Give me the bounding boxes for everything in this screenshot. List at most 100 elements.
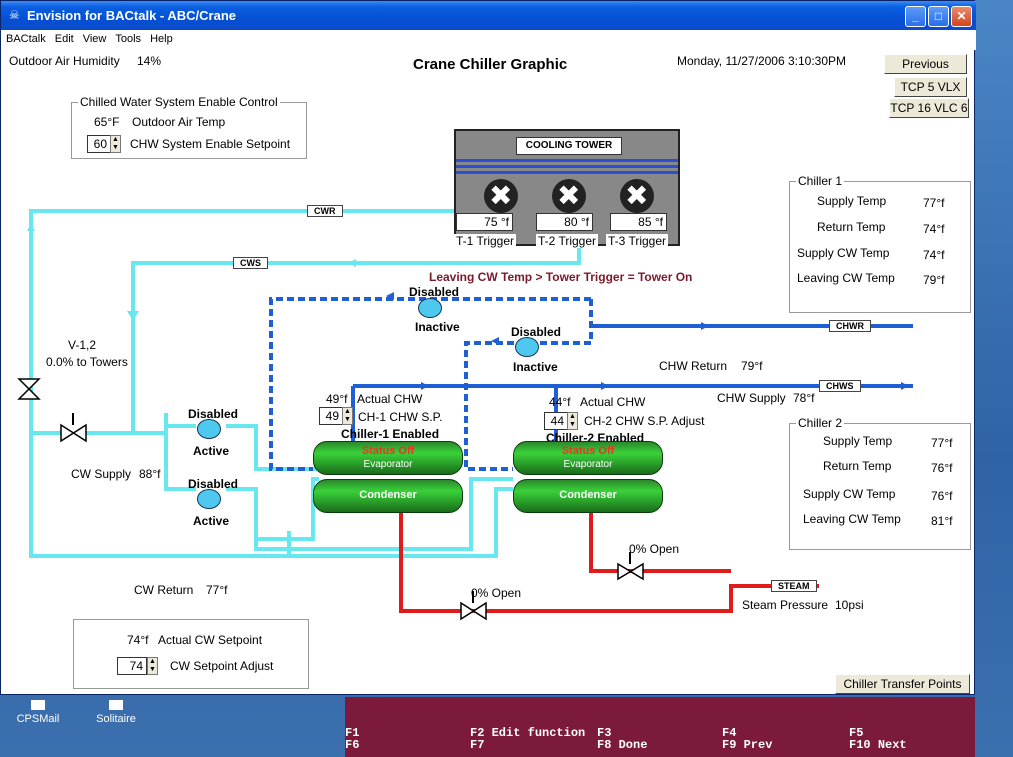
cw-pump2-icon[interactable] (197, 489, 221, 509)
chw-return-value: 79°f (741, 359, 763, 373)
cw-setpoint-adjust-label: CW Setpoint Adjust (170, 659, 274, 673)
ch2-supply-cw-label: Supply CW Temp (803, 487, 896, 501)
ch2-sp-spinner[interactable]: ▲ ▼ (567, 412, 578, 430)
cw-pump1-state: Active (193, 444, 230, 458)
cw-actual-setpoint-label: Actual CW Setpoint (158, 633, 263, 647)
solitaire-desktop-icon[interactable]: Solitaire (92, 700, 140, 725)
humidity-label: Outdoor Air Humidity (9, 54, 120, 68)
chiller2-condenser: Condenser (513, 479, 663, 513)
ch2-supply-value: 77°f (931, 436, 953, 450)
ch2-leaving-cw-label: Leaving CW Temp (803, 512, 901, 526)
t1-trigger-label: T-1 Trigger (454, 234, 517, 248)
f9-key[interactable]: F9 Prev (722, 738, 772, 752)
chw-enable-setpoint-label: CHW System Enable Setpoint (130, 137, 291, 151)
fan-1-icon: ✖ (484, 179, 518, 213)
ch2-return-label: Return Temp (823, 459, 892, 473)
ch1-supply-value: 77°f (923, 196, 945, 210)
chiller1-unit: Status Off Evaporator Condenser (313, 441, 463, 515)
page-title: Crane Chiller Graphic (413, 56, 568, 73)
chw-pump1-status: Disabled (409, 285, 460, 299)
ch2-supply-label: Supply Temp (823, 434, 893, 448)
ch1-return-value: 74°f (923, 222, 945, 236)
function-key-bar: F1 F6 F2 Edit function F3 F7 F8 Done F4 … (345, 697, 975, 757)
f2-key[interactable]: F2 Edit function (470, 726, 585, 740)
fan-3-icon: ✖ (620, 179, 654, 213)
f10-key[interactable]: F10 Next (849, 738, 907, 752)
chw-enable-setpoint-input[interactable]: 60 (87, 135, 111, 153)
ch1-supply-cw-value: 74°f (923, 248, 945, 262)
cw-supply-label: CW Supply (71, 467, 132, 481)
t1-trigger-input[interactable]: 75 °f (456, 213, 513, 231)
ch2-return-value: 76°f (931, 461, 953, 475)
chiller1-evaporator: Status Off Evaporator (313, 441, 463, 475)
ch2-supply-cw-value: 76°f (931, 489, 953, 503)
f6-key[interactable]: F6 (345, 738, 359, 752)
mail-icon (31, 700, 45, 710)
cwr-tag: CWR (307, 205, 343, 217)
ch2-actual-chw-label: Actual CHW (580, 395, 646, 409)
ch1-chw-sp-input[interactable]: 49 (319, 407, 343, 425)
ch1-leaving-cw-value: 79°f (923, 273, 945, 287)
chiller2-evaporator: Status Off Evaporator (513, 441, 663, 475)
t2-trigger-input[interactable]: 80 °f (536, 213, 593, 231)
cws-tag: CWS (233, 257, 268, 269)
tower-rule: Leaving CW Temp > Tower Trigger = Tower … (429, 270, 693, 284)
chw-pump2-state: Inactive (513, 360, 558, 374)
chiller1-legend: Chiller 1 (796, 174, 845, 188)
t3-trigger-label: T-3 Trigger (606, 234, 669, 248)
chw-supply-value: 78°f (793, 391, 815, 405)
cw-setpoint-input[interactable]: 74 (117, 657, 147, 675)
cards-icon (109, 700, 123, 710)
steam-valve2-open: 0% Open (471, 586, 522, 600)
oat-label: Outdoor Air Temp (132, 115, 226, 129)
valve-position: 0.0% to Towers (46, 355, 128, 369)
cw-pump1-icon[interactable] (197, 419, 221, 439)
chw-enable-legend: Chilled Water System Enable Control (78, 95, 280, 109)
ch2-chw-sp-input[interactable]: 44 (544, 412, 568, 430)
cw-supply-value: 88°f (139, 467, 161, 481)
previous-button[interactable]: Previous (884, 54, 967, 74)
f8-key[interactable]: F8 Done (597, 738, 647, 752)
chw-pump1-icon[interactable] (418, 298, 442, 318)
cw-pump2-state: Active (193, 514, 230, 528)
chiller1-enabled: Chiller-1 Enabled (341, 427, 440, 441)
cw-return-value: 77°f (206, 583, 228, 597)
ch1-sp-spinner[interactable]: ▲ ▼ (342, 407, 353, 425)
ch2-actual-chw-value: 44°f (549, 395, 571, 409)
steam-pressure-value: 10psi (835, 598, 864, 612)
valve-name: V-1,2 (68, 338, 97, 352)
cooling-tower-title: COOLING TOWER (516, 137, 622, 155)
chiller2-legend: Chiller 2 (796, 416, 845, 430)
cw-setpoint-group (73, 619, 309, 689)
chw-enable-spinner[interactable]: ▲ ▼ (110, 135, 121, 153)
humidity-value: 14% (137, 54, 162, 68)
tcp5-button[interactable]: TCP 5 VLX (894, 77, 967, 97)
fan-2-icon: ✖ (552, 179, 586, 213)
steam-valve1-open: 0% Open (629, 542, 680, 556)
cw-return-label: CW Return (134, 583, 194, 597)
steam-pressure-label: Steam Pressure (742, 598, 829, 612)
cw-actual-setpoint-value: 74°f (127, 633, 149, 647)
datetime: Monday, 11/27/2006 3:10:30PM (677, 54, 847, 68)
ch1-chw-sp-label: CH-1 CHW S.P. (358, 410, 443, 424)
ch1-actual-chw-value: 49°f (326, 392, 348, 406)
tcp16-button[interactable]: TCP 16 VLC 6 (889, 98, 969, 118)
chiller1-condenser: Condenser (313, 479, 463, 513)
chw-return-label: CHW Return (659, 359, 728, 373)
cw-setpoint-spinner[interactable]: ▲ ▼ (147, 657, 158, 675)
ch1-leaving-cw-label: Leaving CW Temp (797, 271, 895, 285)
ch1-supply-cw-label: Supply CW Temp (797, 246, 890, 260)
steam-tag: STEAM (771, 580, 817, 592)
chw-pump1-state: Inactive (415, 320, 460, 334)
ch2-leaving-cw-value: 81°f (931, 514, 953, 528)
chw-pump2-icon[interactable] (515, 337, 539, 357)
chws-tag: CHWS (819, 380, 861, 392)
cpsmail-desktop-icon[interactable]: CPSMail (14, 700, 62, 725)
t3-trigger-input[interactable]: 85 °f (610, 213, 667, 231)
t2-trigger-label: T-2 Trigger (536, 234, 599, 248)
oat-value: 65°F (94, 115, 120, 129)
ch1-return-label: Return Temp (817, 220, 886, 234)
chiller-transfer-button[interactable]: Chiller Transfer Points (835, 674, 970, 694)
chw-supply-label: CHW Supply (717, 391, 786, 405)
f7-key[interactable]: F7 (470, 738, 484, 752)
